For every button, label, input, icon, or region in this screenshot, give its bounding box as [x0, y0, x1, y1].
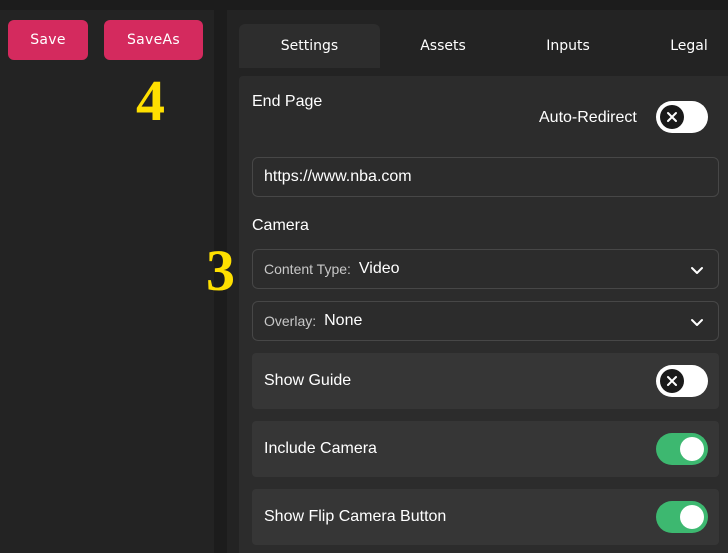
overlay-select[interactable]: Overlay: None: [252, 301, 719, 341]
show-flip-camera-label: Show Flip Camera Button: [264, 508, 447, 525]
include-camera-row: Include Camera: [252, 421, 719, 477]
overlay-label: Overlay:: [264, 313, 317, 329]
tab-inputs[interactable]: Inputs: [518, 24, 618, 68]
show-guide-toggle[interactable]: [656, 365, 708, 397]
toggle-knob: [680, 505, 704, 529]
camera-heading: Camera: [252, 217, 309, 234]
show-flip-camera-row: Show Flip Camera Button: [252, 489, 719, 545]
tab-assets[interactable]: Assets: [393, 24, 493, 68]
content-type-label: Content Type:: [264, 261, 351, 277]
show-guide-row: Show Guide: [252, 353, 719, 409]
auto-redirect-label: Auto-Redirect: [539, 109, 637, 126]
show-flip-camera-toggle[interactable]: [656, 501, 708, 533]
close-icon: [667, 112, 677, 122]
show-guide-label: Show Guide: [264, 372, 352, 389]
url-field-value: https://www.nba.com: [264, 168, 412, 185]
toggle-knob: [680, 437, 704, 461]
auto-redirect-toggle[interactable]: [656, 101, 708, 133]
tab-legal[interactable]: Legal: [650, 24, 728, 68]
chevron-down-icon: [691, 319, 703, 326]
tab-settings[interactable]: Settings: [239, 24, 380, 68]
saveas-button[interactable]: SaveAs: [104, 20, 203, 60]
annotation-number-four: 4: [136, 68, 165, 133]
close-icon: [667, 376, 677, 386]
url-field[interactable]: https://www.nba.com: [252, 157, 719, 197]
overlay-value: None: [324, 312, 363, 329]
left-panel: [0, 10, 214, 553]
include-camera-label: Include Camera: [264, 440, 377, 457]
toggle-knob: [660, 105, 684, 129]
annotation-number-three: 3: [206, 238, 235, 303]
content-type-value: Video: [358, 260, 400, 277]
include-camera-toggle[interactable]: [656, 433, 708, 465]
chevron-down-icon: [691, 267, 703, 274]
content-type-select[interactable]: Content Type: Video: [252, 249, 719, 289]
save-button[interactable]: Save: [8, 20, 88, 60]
toggle-knob: [660, 369, 684, 393]
end-page-heading: End Page: [252, 93, 323, 110]
